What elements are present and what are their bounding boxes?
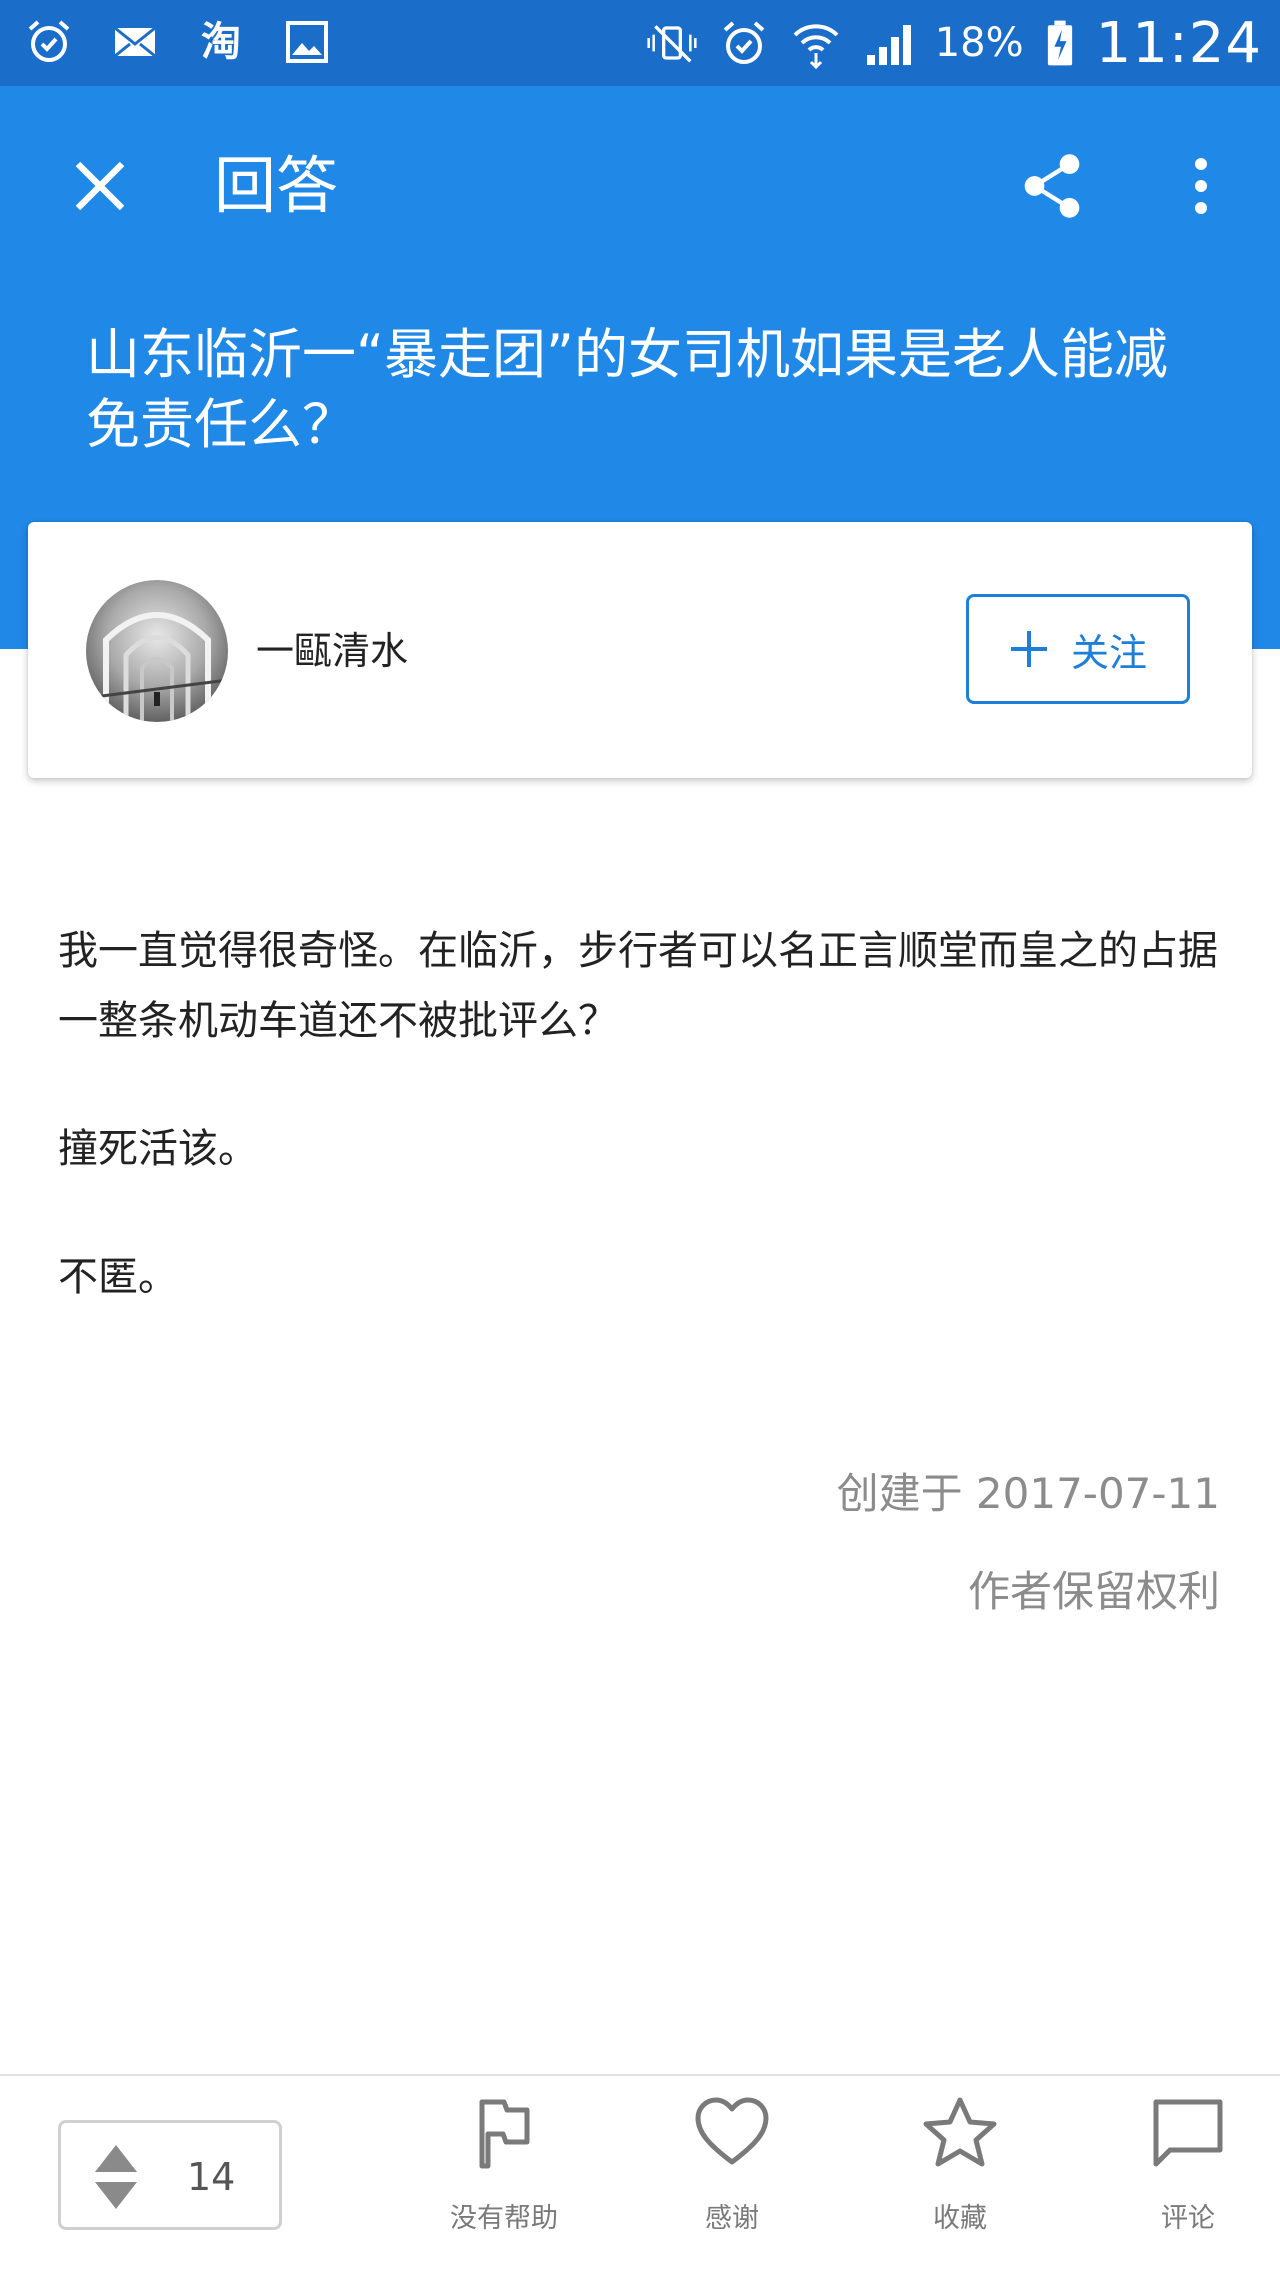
plus-icon xyxy=(1010,631,1047,667)
star-icon xyxy=(923,2097,997,2167)
avatar-image xyxy=(86,612,228,722)
clock: 11:24 xyxy=(1095,10,1262,76)
status-bar-notifications: 淘 xyxy=(22,14,334,70)
question-title[interactable]: 山东临沂一“暴走团”的女司机如果是老人能减免责任么？ xyxy=(86,320,1206,460)
answer-paragraph: 撞死活该。 xyxy=(58,1126,258,1172)
vibrate-mute-icon xyxy=(647,25,697,63)
follow-button[interactable]: 关注 xyxy=(966,594,1190,704)
answer-paragraph: 不匿。 xyxy=(58,1254,178,1300)
page-title: 回答 xyxy=(214,149,339,222)
author-card: 一甌清水 关注 xyxy=(28,522,1252,778)
comment-label: 评论 xyxy=(1161,2203,1215,2234)
unhelpful-button[interactable]: 没有帮助 xyxy=(424,2096,584,2235)
vote-button[interactable]: 14 xyxy=(58,2120,282,2230)
collect-button[interactable]: 收藏 xyxy=(880,2096,1040,2235)
more-vert-icon xyxy=(1195,158,1207,214)
share-icon xyxy=(1024,154,1080,218)
vote-arrows-icon xyxy=(95,2145,137,2209)
status-bar-system: 18% 11:24 xyxy=(647,10,1262,76)
avatar[interactable] xyxy=(86,580,228,722)
thanks-label: 感谢 xyxy=(705,2203,759,2234)
author-name[interactable]: 一甌清水 xyxy=(256,626,408,676)
taobao-icon: 淘 xyxy=(194,14,248,70)
image-icon xyxy=(280,14,334,70)
flag-icon xyxy=(479,2099,530,2169)
taobao-icon-text: 淘 xyxy=(201,19,241,65)
copyright-notice: 作者保留权利 xyxy=(967,1567,1220,1616)
battery-charging-icon xyxy=(1047,20,1072,66)
created-date: 创建于 2017-07-11 xyxy=(836,1469,1220,1518)
close-icon xyxy=(75,161,125,211)
close-button[interactable] xyxy=(62,148,138,224)
battery-percent: 18% xyxy=(934,20,1024,66)
alarm-icon xyxy=(22,14,76,70)
bottom-action-bar: 14 没有帮助 感谢 收藏 评论 xyxy=(0,2074,1280,2278)
heart-icon xyxy=(695,2097,769,2165)
share-button[interactable] xyxy=(1012,146,1092,226)
unhelpful-label: 没有帮助 xyxy=(450,2203,558,2234)
more-options-button[interactable] xyxy=(1176,146,1226,226)
wifi-icon xyxy=(793,24,839,69)
answer-body: 我一直觉得很奇怪。在临沂，步行者可以名正言顺堂而皇之的占据一整条机动车道还不被批… xyxy=(58,916,1228,1370)
vote-count: 14 xyxy=(187,2155,236,2199)
comment-button[interactable]: 评论 xyxy=(1108,2096,1268,2235)
status-bar: 淘 18% 11:24 xyxy=(0,0,1280,86)
signal-icon xyxy=(866,25,911,65)
comment-icon xyxy=(1153,2099,1223,2167)
thanks-button[interactable]: 感谢 xyxy=(652,2096,812,2235)
mail-icon xyxy=(108,14,162,70)
answer-paragraph: 我一直觉得很奇怪。在临沂，步行者可以名正言顺堂而皇之的占据一整条机动车道还不被批… xyxy=(58,928,1218,1044)
collect-label: 收藏 xyxy=(933,2203,987,2234)
alarm-icon xyxy=(723,21,765,64)
follow-label: 关注 xyxy=(1070,630,1147,675)
